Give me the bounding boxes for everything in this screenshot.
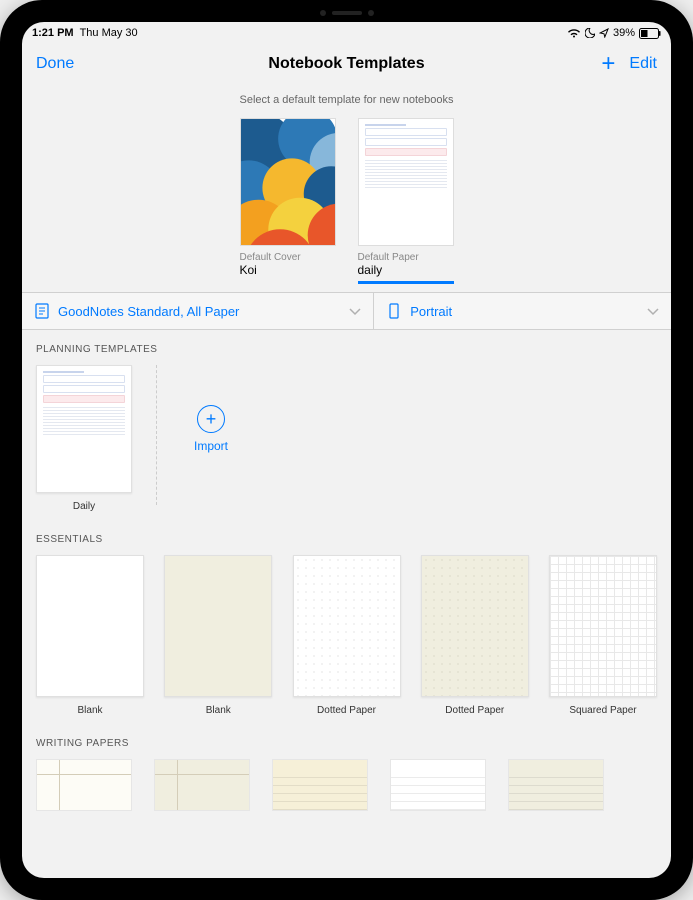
status-right: 39% xyxy=(567,27,661,39)
chevron-down-icon xyxy=(349,304,361,319)
koi-cover-thumb xyxy=(240,118,336,246)
writing-section-title: WRITING PAPERS xyxy=(36,738,657,749)
template-daily[interactable]: Daily xyxy=(36,365,132,512)
planning-section: PLANNING TEMPLATES Daily xyxy=(22,330,671,520)
template-daily-label: Daily xyxy=(73,501,95,512)
default-cover-label: Default Cover xyxy=(240,252,336,263)
planning-divider xyxy=(156,365,157,505)
default-cover-card[interactable]: Default Cover Koi xyxy=(240,118,336,284)
paper-set-label: GoodNotes Standard, All Paper xyxy=(58,304,239,319)
template-label: Blank xyxy=(77,705,102,716)
template-blank-cream[interactable]: Blank xyxy=(164,555,272,716)
wifi-icon xyxy=(567,28,581,38)
writing-template-2[interactable] xyxy=(154,759,250,811)
defaults-row: Default Cover Koi Default Paper daily xyxy=(22,118,671,292)
status-date: Thu May 30 xyxy=(80,27,138,39)
selected-underline xyxy=(358,281,454,284)
essentials-section: ESSENTIALS Blank Blank Dotted Paper Dott… xyxy=(22,520,671,724)
paper-set-dropdown[interactable]: GoodNotes Standard, All Paper xyxy=(22,293,374,329)
orientation-icon xyxy=(386,303,402,319)
template-blank-white[interactable]: Blank xyxy=(36,555,144,716)
ipad-device-frame: 1:21 PM Thu May 30 39% Done Notebook Tem… xyxy=(0,0,693,900)
done-button[interactable]: Done xyxy=(36,55,74,73)
default-paper-card[interactable]: Default Paper daily xyxy=(358,118,454,284)
subtitle-text: Select a default template for new notebo… xyxy=(22,88,671,118)
template-label: Dotted Paper xyxy=(445,705,504,716)
import-label: Import xyxy=(194,439,228,453)
writing-template-1[interactable] xyxy=(36,759,132,811)
blank-cream-thumb xyxy=(164,555,272,697)
daily-template-thumb xyxy=(36,365,132,493)
orientation-label: Portrait xyxy=(410,304,452,319)
template-label: Blank xyxy=(206,705,231,716)
writing-template-5[interactable] xyxy=(508,759,604,811)
device-notch xyxy=(307,10,387,16)
template-label: Squared Paper xyxy=(569,705,636,716)
page-title: Notebook Templates xyxy=(268,55,424,73)
default-paper-label: Default Paper xyxy=(358,252,454,263)
orientation-dropdown[interactable]: Portrait xyxy=(374,293,671,329)
status-time: 1:21 PM xyxy=(32,27,74,39)
plus-circle-icon: + xyxy=(197,405,225,433)
add-button[interactable]: + xyxy=(601,52,615,76)
edit-button[interactable]: Edit xyxy=(629,55,657,73)
import-button[interactable]: + Import xyxy=(181,365,241,493)
moon-icon xyxy=(585,28,595,38)
template-squared[interactable]: Squared Paper xyxy=(549,555,657,716)
status-bar: 1:21 PM Thu May 30 39% xyxy=(22,22,671,44)
page-icon xyxy=(34,303,50,319)
essentials-section-title: ESSENTIALS xyxy=(36,534,657,545)
dotted-cream-thumb xyxy=(421,555,529,697)
battery-percent: 39% xyxy=(613,27,635,39)
template-dotted-cream[interactable]: Dotted Paper xyxy=(421,555,529,716)
default-cover-value: Koi xyxy=(240,263,336,277)
nav-bar: Done Notebook Templates + Edit xyxy=(22,44,671,88)
writing-section: WRITING PAPERS xyxy=(22,724,671,811)
daily-paper-thumb xyxy=(358,118,454,246)
squared-thumb xyxy=(549,555,657,697)
filter-row: GoodNotes Standard, All Paper Portrait xyxy=(22,292,671,330)
blank-white-thumb xyxy=(36,555,144,697)
battery-icon xyxy=(639,28,661,39)
location-icon xyxy=(599,28,609,38)
default-paper-value: daily xyxy=(358,263,454,277)
dotted-white-thumb xyxy=(293,555,401,697)
template-label: Dotted Paper xyxy=(317,705,376,716)
writing-template-3[interactable] xyxy=(272,759,368,811)
writing-template-4[interactable] xyxy=(390,759,486,811)
screen: 1:21 PM Thu May 30 39% Done Notebook Tem… xyxy=(22,22,671,878)
chevron-down-icon xyxy=(647,304,659,319)
template-dotted-white[interactable]: Dotted Paper xyxy=(293,555,401,716)
planning-section-title: PLANNING TEMPLATES xyxy=(36,344,657,355)
